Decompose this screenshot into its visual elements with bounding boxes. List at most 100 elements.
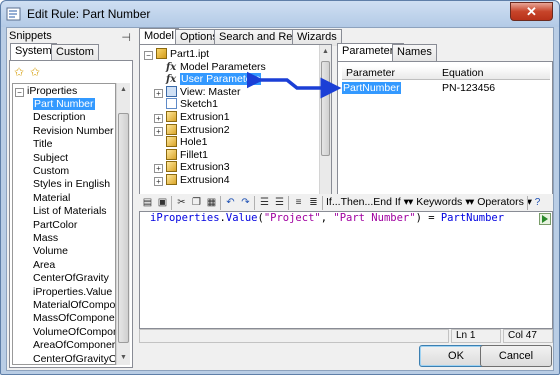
model-tree-item[interactable]: + View: Master [154, 85, 241, 99]
fx-icon: fx [166, 74, 177, 86]
collapse-icon[interactable]: − [15, 88, 24, 97]
status-col: Col 47 [503, 329, 553, 343]
scroll-up-icon[interactable]: ▲ [117, 83, 130, 97]
snippet-item[interactable]: PartColor [33, 219, 77, 232]
scroll-down-icon[interactable]: ▼ [117, 351, 130, 365]
view-icon [166, 85, 177, 97]
redo-icon[interactable]: ↷ [239, 196, 252, 209]
title-bar[interactable]: Edit Rule: Part Number ✕ [1, 1, 559, 27]
status-line: Ln 1 [451, 329, 501, 343]
snippet-item[interactable]: Mass [33, 232, 58, 245]
feature-icon [166, 148, 177, 160]
snippet-item[interactable]: List of Materials [33, 205, 107, 218]
status-message [139, 329, 449, 343]
snippets-tree[interactable]: − iProperties Part Number Description Revis… [12, 83, 116, 365]
save-icon[interactable]: ▣ [156, 196, 169, 209]
help-icon[interactable]: ? [531, 196, 544, 209]
comment-icon[interactable]: ≡ [292, 196, 305, 209]
parameters-header: Parameter Equation [342, 66, 550, 80]
feature-icon [166, 161, 177, 173]
expand-icon[interactable]: + [154, 126, 163, 136]
feature-icon [166, 136, 177, 148]
paste-icon[interactable]: ▦ [205, 196, 218, 209]
copy-icon[interactable]: ❐ [190, 196, 203, 209]
snippet-item[interactable]: Styles in English [33, 178, 110, 191]
dialog-client: Snippets ⊣ System Custom ✩ ✩ − iPropertie… [6, 27, 554, 371]
snippet-item[interactable]: VolumeOfCompon [33, 326, 115, 339]
operators-menu[interactable]: ▾ Operators ▾ [469, 196, 532, 208]
model-tree-item[interactable]: Fillet1 [154, 148, 208, 162]
edit-rule-window: Edit Rule: Part Number ✕ Snippets ⊣ Syst… [0, 0, 560, 375]
part-icon [156, 48, 167, 59]
code-editor[interactable]: iProperties.Value("Project", "Part Numbe… [139, 211, 553, 329]
link-arrow-icon [247, 70, 342, 99]
sketch-icon [166, 98, 177, 110]
run-icon[interactable] [539, 213, 551, 225]
parameters-panel: Parameter Equation PartNumber PN-123456 [337, 61, 553, 205]
expand-icon[interactable]: + [154, 88, 163, 98]
collapse-icon[interactable]: − [144, 51, 153, 60]
model-tree-item[interactable]: Hole1 [154, 136, 207, 149]
snippet-item[interactable]: Subject [33, 152, 68, 165]
snippets-scrollbar[interactable]: ▲ ▼ [116, 83, 130, 365]
snippet-star-icon[interactable]: ✩ [14, 65, 24, 79]
snippet-item[interactable]: iProperties.Value [33, 286, 112, 299]
snippet-root[interactable]: − iProperties [15, 85, 77, 98]
snippet-item[interactable]: CenterOfGravityO [33, 353, 115, 364]
editor-toolbar: ▤ ▣ ✂ ❐ ▦ ↶ ↷ ☰ ☰ ≡ ≣ If...Then...End If… [139, 194, 553, 212]
model-tree-item[interactable]: Sketch1 [154, 98, 218, 111]
code-line[interactable]: iProperties.Value("Project", "Part Numbe… [150, 212, 504, 224]
col-equation[interactable]: Equation [442, 67, 483, 79]
snippet-item[interactable]: Title [33, 138, 52, 151]
expand-icon[interactable]: + [154, 164, 163, 174]
undo-icon[interactable]: ↶ [224, 196, 237, 209]
expand-icon[interactable]: + [154, 114, 163, 123]
uncomment-icon[interactable]: ≣ [307, 196, 320, 209]
snippet-item[interactable]: MaterialOfCompo [33, 299, 115, 312]
model-scrollbar[interactable]: ▲ ▼ [319, 45, 331, 204]
parameter-row[interactable]: PartNumber PN-123456 [342, 82, 550, 96]
model-tree-item[interactable]: + Extrusion2 [154, 123, 230, 137]
feature-icon [166, 111, 177, 122]
model-panel: − Part1.ipt fx Model Parameters fx User Param… [139, 44, 332, 205]
parameter-equation[interactable]: PN-123456 [442, 82, 495, 94]
snippet-star-add-icon[interactable]: ✩ [30, 65, 40, 79]
print-icon[interactable]: ▤ [141, 196, 154, 209]
snippet-item[interactable]: Description [33, 111, 86, 124]
model-tree-item[interactable]: + Extrusion4 [154, 174, 230, 187]
snippet-item[interactable]: Custom [33, 165, 69, 178]
cut-icon[interactable]: ✂ [175, 196, 188, 209]
model-tree-item[interactable]: fx User Parameters [154, 73, 262, 86]
model-tree-item[interactable]: − Part1.ipt [144, 48, 209, 61]
snippet-item[interactable]: Revision Number [33, 125, 114, 138]
scroll-up-icon[interactable]: ▲ [320, 45, 331, 59]
snippet-item[interactable]: MassOfComponer [33, 312, 115, 325]
cancel-button[interactable]: Cancel [480, 345, 552, 367]
window-title: Edit Rule: Part Number [27, 7, 151, 21]
model-tree-item[interactable]: + Extrusion1 [154, 111, 230, 124]
close-button[interactable]: ✕ [510, 2, 553, 21]
snippet-item[interactable]: Area [33, 259, 55, 272]
snippets-panel: ✩ ✩ − iProperties Part Number Description R… [9, 60, 133, 368]
snippet-item[interactable]: Part Number [33, 98, 95, 111]
model-tree[interactable]: − Part1.ipt fx Model Parameters fx User Param… [140, 45, 318, 204]
outdent-icon[interactable]: ☰ [273, 196, 286, 209]
fx-icon: fx [166, 61, 177, 73]
keywords-menu[interactable]: ▾ Keywords ▾ [408, 196, 471, 208]
snippet-item[interactable]: Material [33, 192, 70, 205]
status-bar: Ln 1 Col 47 [139, 329, 553, 343]
snippet-item[interactable]: AreaOfComponer [33, 339, 115, 352]
snippets-title: Snippets [9, 30, 52, 42]
feature-icon [166, 174, 177, 185]
snippet-item[interactable]: CenterOfGravity [33, 272, 109, 285]
model-tree-item[interactable]: + Extrusion3 [154, 161, 230, 174]
snippet-item[interactable]: Volume [33, 245, 68, 258]
scroll-thumb[interactable] [118, 113, 129, 343]
expand-icon[interactable]: + [154, 177, 163, 186]
tab-custom[interactable]: Custom [51, 44, 99, 61]
if-then-menu[interactable]: If...Then...End If ▾ [326, 196, 409, 208]
indent-icon[interactable]: ☰ [258, 196, 271, 209]
tab-names[interactable]: Names [392, 44, 437, 61]
pin-icon[interactable]: ⊣ [121, 31, 131, 44]
feature-icon [166, 123, 177, 135]
